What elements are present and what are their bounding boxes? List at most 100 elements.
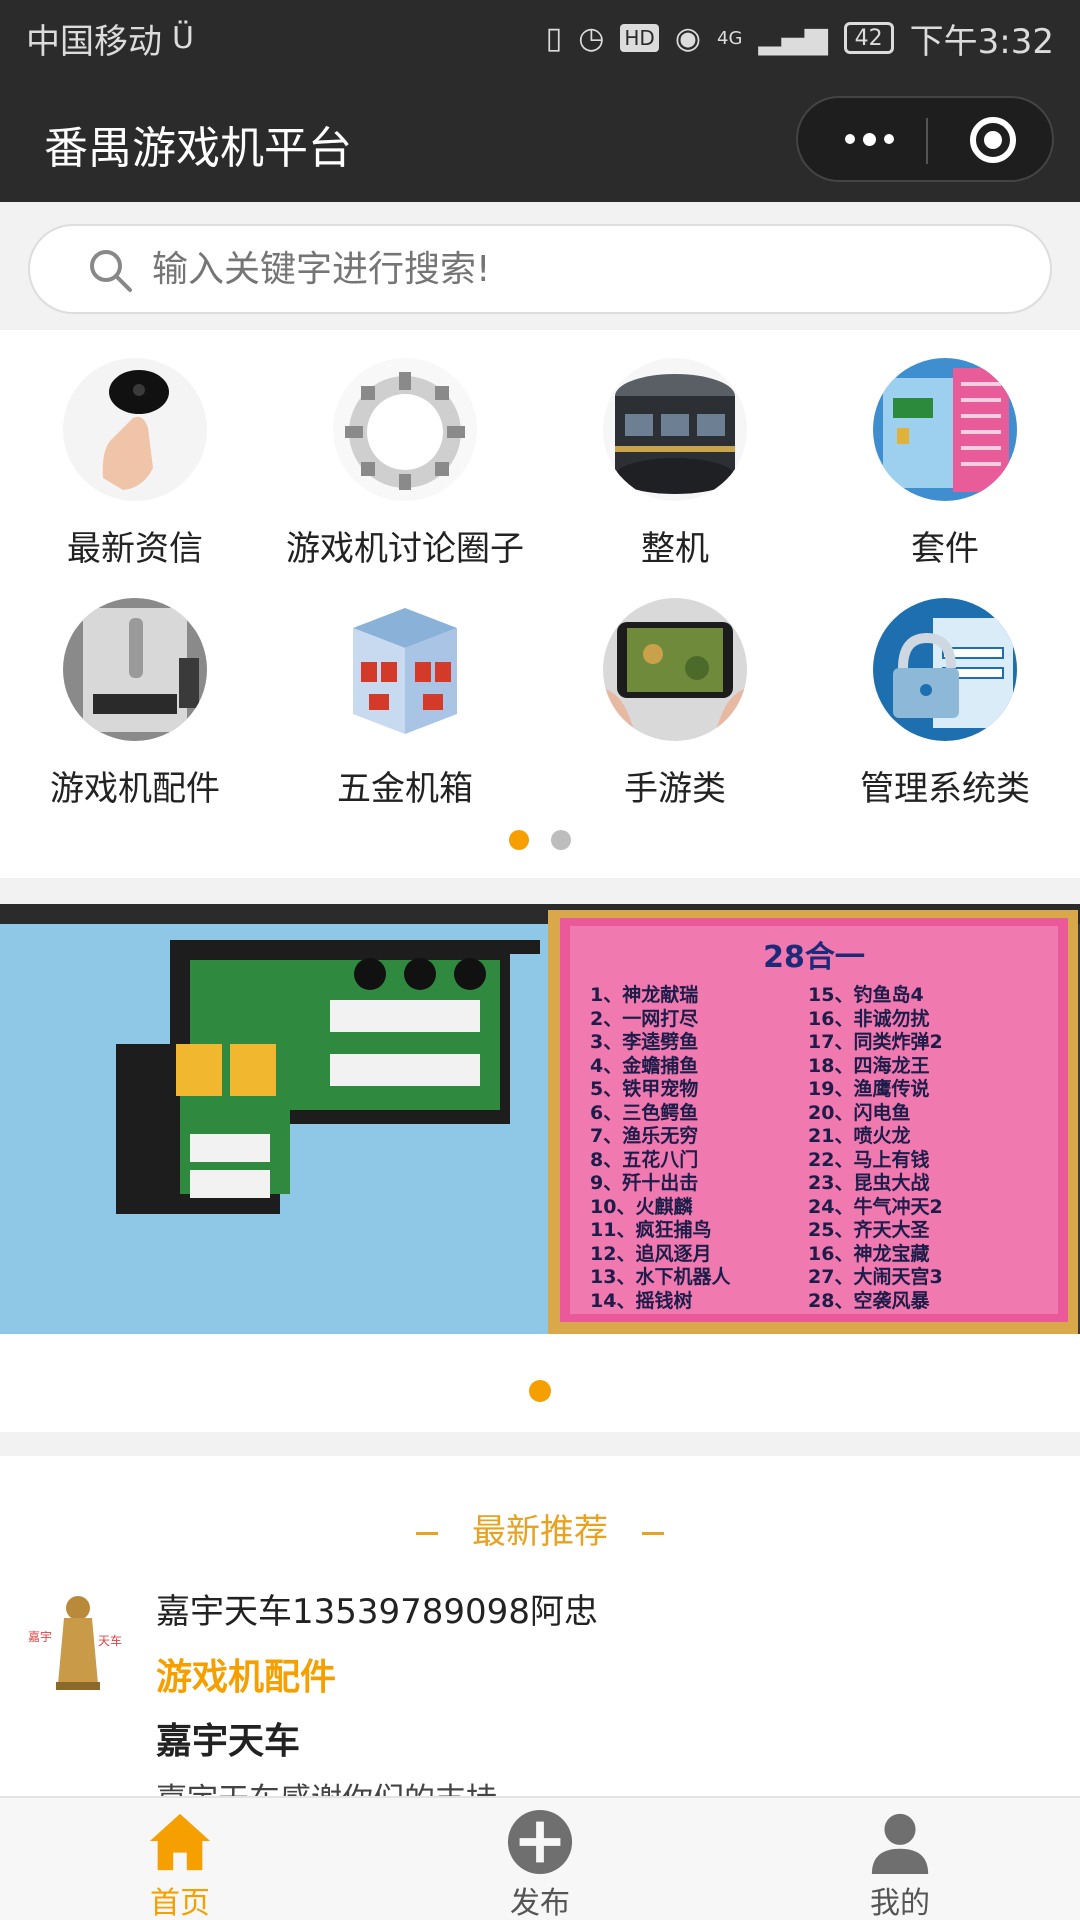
pager-dot-2[interactable] (551, 830, 571, 850)
tab-publish[interactable]: 发布 (360, 1798, 720, 1920)
banner-game-item: 17、同类炸弹2 (808, 1031, 943, 1053)
battery-level: 42 (854, 25, 883, 51)
banner-game-item: 24、牛气冲天2 (808, 1195, 943, 1218)
avatar[interactable]: 嘉宇 天车 (28, 1588, 128, 1692)
search-input[interactable] (152, 226, 1012, 312)
tab-label: 首页 (150, 1886, 210, 1920)
banner-game-item: 9、歼十出击 (590, 1172, 699, 1194)
plus-circle-icon (507, 1809, 573, 1875)
category-kit[interactable]: 套件 (810, 330, 1080, 570)
signal-icon: ▂▄▆ (758, 20, 828, 56)
network-label: 4G (717, 27, 743, 49)
avatar-text-right: 天车 (98, 1634, 123, 1648)
banner-game-item: 14、摇钱树 (590, 1289, 693, 1312)
title-dash-right (642, 1532, 664, 1535)
category-latest-news[interactable]: 最新资信 (0, 330, 270, 570)
banner-game-item: 1、神龙献瑞 (590, 984, 699, 1006)
page-title: 番禺游戏机平台 (44, 123, 352, 174)
category-management-system[interactable]: 管理系统类 (810, 570, 1080, 810)
vibrate-icon: ▯ (545, 20, 563, 56)
banner-game-item: 8、五花八门 (590, 1148, 699, 1171)
hd-badge: HD (620, 24, 659, 52)
banner-game-item: 16、神龙宝藏 (808, 1242, 930, 1265)
title-dash-left (416, 1532, 438, 1535)
search-bar (0, 202, 1080, 330)
category-label: 手游类 (624, 769, 726, 809)
category-metal-cabinet[interactable]: 五金机箱 (270, 570, 540, 810)
user-icon (871, 1813, 929, 1875)
category-label: 管理系统类 (860, 769, 1030, 809)
pager-dot-1[interactable] (509, 830, 529, 850)
home-icon (149, 1813, 211, 1871)
avatar-text-left: 嘉宇 (28, 1630, 53, 1644)
ring-table-icon (333, 358, 477, 501)
board-kit-icon (873, 358, 1017, 501)
banner-game-item: 5、铁甲宠物 (590, 1078, 699, 1100)
mobile-game-icon (603, 598, 747, 741)
arcade-cabinet-icon (603, 358, 747, 501)
notification-icon: Ü (172, 20, 194, 56)
status-bar: 中国移动 Ü ▯ ◷ HD ◉ 4G ▂▄▆ 42 下午3:32 (0, 0, 1080, 76)
banner-game-item: 13、水下机器人 (590, 1266, 731, 1288)
category-label: 五金机箱 (337, 769, 473, 809)
category-pager (0, 830, 1080, 850)
category-label: 游戏机配件 (50, 769, 220, 809)
banner-card-title: 28合一 (763, 940, 865, 975)
recommend-title: 最新推荐 (0, 1504, 1080, 1553)
banner-game-item: 2、一网打尽 (590, 1007, 699, 1030)
banner-game-item: 7、渔乐无穷 (590, 1125, 699, 1147)
recommend-section: 最新推荐 嘉宇 天车 嘉宇天车13539789098阿忠 游戏机配件 嘉宇天车 … (0, 1456, 1080, 1818)
alarm-icon: ◷ (578, 20, 605, 56)
banner-game-item: 22、马上有钱 (808, 1148, 930, 1171)
recommend-item-name[interactable]: 嘉宇天车13539789098阿忠 (156, 1584, 598, 1633)
tab-label: 我的 (870, 1886, 930, 1920)
miniprogram-capsule (796, 96, 1054, 182)
recommend-title-text: 最新推荐 (472, 1512, 608, 1552)
carrier-label: 中国移动 (26, 21, 162, 62)
banner-game-item: 15、钓鱼岛4 (808, 984, 924, 1006)
app-header: 番禺游戏机平台 (0, 76, 1080, 202)
recommend-item-category[interactable]: 游戏机配件 (156, 1648, 336, 1700)
tab-home[interactable]: 首页 (0, 1798, 360, 1920)
banner-game-item: 19、渔鹰传说 (808, 1078, 930, 1100)
tab-mine[interactable]: 我的 (720, 1798, 1080, 1920)
banner-game-item: 6、三色鳄鱼 (590, 1101, 699, 1124)
clock: 下午3:32 (909, 21, 1054, 62)
banner-game-item: 23、昆虫大战 (808, 1172, 930, 1194)
banner-game-item: 12、追风逐月 (590, 1242, 712, 1265)
category-label: 套件 (911, 529, 979, 569)
category-label: 最新资信 (67, 529, 203, 569)
more-icon[interactable] (822, 98, 916, 180)
search-box[interactable] (28, 224, 1052, 314)
banner-carousel: 28合一 1、神龙献瑞 2、一网打尽 3、李逵劈鱼 4、金蟾捕鱼 5、铁甲宠物 6、三色鳄… (0, 904, 1080, 1432)
banner-game-item: 11、疯狂捕鸟 (590, 1219, 712, 1241)
banner-game-item: 27、大闹天宫3 (808, 1266, 943, 1288)
recommend-item-headline[interactable]: 嘉宇天车 (156, 1712, 300, 1764)
lock-system-icon (873, 598, 1017, 741)
bottom-tab-bar: 首页 发布 我的 (0, 1796, 1080, 1920)
banner-game-item: 20、闪电鱼 (808, 1101, 911, 1124)
eye-icon: ◉ (674, 20, 702, 56)
banner-game-item: 18、四海龙王 (808, 1054, 930, 1077)
close-target-icon[interactable] (970, 117, 1016, 163)
banner-game-item: 10、火麒麟 (590, 1195, 693, 1218)
capsule-divider (926, 118, 928, 164)
metal-cabinet-icon (333, 598, 477, 741)
banner-game-item: 16、非诚勿扰 (808, 1007, 930, 1030)
battery-icon: 42 (843, 22, 894, 54)
coin-acceptor-icon (63, 598, 207, 741)
banner-game-item: 28、空袭风暴 (808, 1289, 930, 1312)
category-mobile-games[interactable]: 手游类 (540, 570, 810, 810)
category-accessories[interactable]: 游戏机配件 (0, 570, 270, 810)
finger-device-icon (63, 358, 207, 501)
category-complete-machine[interactable]: 整机 (540, 330, 810, 570)
banner-game-item: 4、金蟾捕鱼 (590, 1054, 699, 1077)
tab-label: 发布 (510, 1886, 570, 1920)
category-label: 整机 (641, 529, 709, 569)
banner-pager-dot[interactable] (529, 1380, 551, 1402)
search-icon (90, 250, 132, 292)
category-discussion[interactable]: 游戏机讨论圈子 (270, 330, 540, 570)
category-grid: 最新资信 游戏机讨论圈子 整机 套件 游戏机配件 五金机箱 手游类 管理系统类 (0, 330, 1080, 878)
category-label: 游戏机讨论圈子 (286, 529, 524, 569)
banner-games-left: 1、神龙献瑞 2、一网打尽 3、李逵劈鱼 4、金蟾捕鱼 5、铁甲宠物 6、三色鳄鱼 7、渔乐… (590, 984, 810, 1313)
